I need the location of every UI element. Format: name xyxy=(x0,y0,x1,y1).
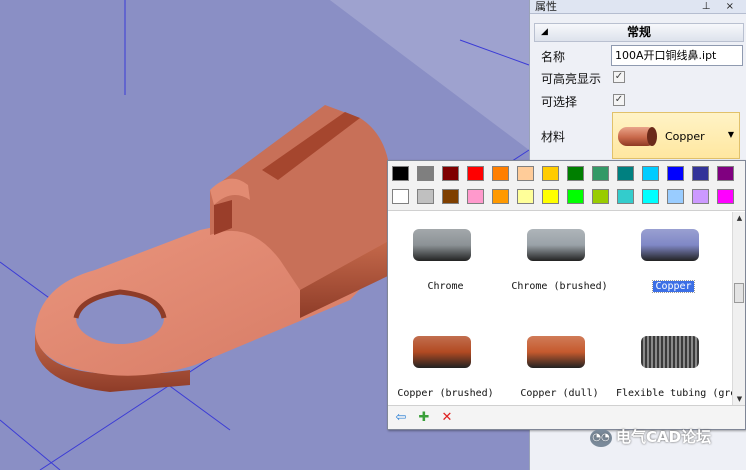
section-general[interactable]: ◢ 常规 xyxy=(534,23,744,42)
watermark: ◔◔ 电气CAD论坛 xyxy=(590,426,711,452)
palette-color-cell[interactable] xyxy=(567,189,584,204)
material-scrollbar[interactable]: ▲ ▼ xyxy=(732,212,745,405)
palette-color-cell[interactable] xyxy=(642,189,659,204)
selectable-checkbox[interactable]: ✓ xyxy=(613,94,625,106)
palette-color-cell[interactable] xyxy=(717,166,734,181)
material-label: 材料 xyxy=(541,130,566,144)
palette-color-cell[interactable] xyxy=(442,166,459,181)
material-item[interactable]: Copper xyxy=(616,214,731,321)
highlightable-label: 可高亮显示 xyxy=(541,72,602,86)
palette-color-cell[interactable] xyxy=(617,189,634,204)
palette-color-cell[interactable] xyxy=(442,189,459,204)
row-selectable: 可选择 ✓ xyxy=(533,89,743,112)
material-grid: Chrome Chrome (brushed) Copper Copper (brus… xyxy=(388,212,732,405)
palette-color-cell[interactable] xyxy=(392,166,409,181)
palette-color-cell[interactable] xyxy=(717,189,734,204)
watermark-text: 电气CAD论坛 xyxy=(616,428,712,446)
palette-color-cell[interactable] xyxy=(417,189,434,204)
palette-color-cell[interactable] xyxy=(417,166,434,181)
row-name: 名称 100A开口铜线鼻.ipt xyxy=(533,44,743,67)
name-field[interactable]: 100A开口铜线鼻.ipt xyxy=(611,45,743,66)
material-name: Copper (dull) xyxy=(520,388,599,399)
material-name: Copper xyxy=(652,280,695,293)
wechat-icon: ◔◔ xyxy=(590,428,612,447)
palette-color-cell[interactable] xyxy=(617,166,634,181)
material-item[interactable]: Flexible tubing (grey) xyxy=(616,321,732,405)
material-dropdown[interactable]: Copper ▼ xyxy=(612,112,740,159)
palette-color-cell[interactable] xyxy=(392,189,409,204)
scroll-thumb[interactable] xyxy=(734,283,744,303)
collapse-triangle-icon[interactable]: ◢ xyxy=(541,24,548,41)
material-item[interactable]: Copper (brushed) xyxy=(388,321,503,405)
material-name: Chrome (brushed) xyxy=(511,281,608,292)
palette-color-cell[interactable] xyxy=(492,189,509,204)
section-title: 常规 xyxy=(626,25,651,39)
material-preview-icon xyxy=(641,336,699,368)
copper-swatch-icon xyxy=(618,127,657,146)
scroll-down-icon[interactable]: ▼ xyxy=(733,393,746,405)
import-icon[interactable]: ⇦ xyxy=(393,410,409,426)
palette-color-cell[interactable] xyxy=(592,166,609,181)
palette-color-cell[interactable] xyxy=(642,166,659,181)
palette-color-cell[interactable] xyxy=(692,166,709,181)
name-label: 名称 xyxy=(541,50,566,64)
palette-color-cell[interactable] xyxy=(492,166,509,181)
palette-color-cell[interactable] xyxy=(517,166,534,181)
material-preview-icon xyxy=(527,229,585,261)
material-preview-icon xyxy=(413,229,471,261)
palette-color-cell[interactable] xyxy=(692,189,709,204)
delete-icon[interactable]: ✕ xyxy=(439,410,455,426)
material-name: Chrome xyxy=(427,281,464,292)
material-name: Copper (brushed) xyxy=(397,388,494,399)
material-preview-icon xyxy=(527,336,585,368)
material-item[interactable]: Chrome (brushed) xyxy=(502,214,617,321)
selectable-label: 可选择 xyxy=(541,95,578,109)
material-preview-icon xyxy=(641,229,699,261)
add-material-icon[interactable]: ✚ xyxy=(416,410,432,426)
material-preview-icon xyxy=(413,336,471,368)
dropdown-arrow-icon[interactable]: ▼ xyxy=(728,130,734,139)
material-popup: Chrome Chrome (brushed) Copper Copper (brus… xyxy=(387,160,746,430)
palette-color-cell[interactable] xyxy=(542,189,559,204)
palette-color-cell[interactable] xyxy=(467,189,484,204)
highlightable-checkbox[interactable]: ✓ xyxy=(613,71,625,83)
scroll-up-icon[interactable]: ▲ xyxy=(733,212,746,224)
material-value: Copper xyxy=(665,130,705,143)
palette-color-cell[interactable] xyxy=(517,189,534,204)
palette-color-cell[interactable] xyxy=(667,189,684,204)
titlebar-buttons[interactable]: ⊥ × xyxy=(702,0,740,14)
palette-color-cell[interactable] xyxy=(467,166,484,181)
color-palette xyxy=(388,161,745,211)
material-item[interactable]: Chrome xyxy=(388,214,503,321)
palette-color-cell[interactable] xyxy=(542,166,559,181)
material-item[interactable]: Copper (dull) xyxy=(502,321,617,405)
properties-titlebar: 属性 ⊥ × xyxy=(530,0,746,14)
palette-color-cell[interactable] xyxy=(667,166,684,181)
row-highlightable: 可高亮显示 ✓ xyxy=(533,66,743,89)
material-name: Flexible tubing (grey) xyxy=(616,388,732,399)
palette-color-cell[interactable] xyxy=(567,166,584,181)
palette-color-cell[interactable] xyxy=(592,189,609,204)
properties-title: 属性 xyxy=(535,0,557,13)
